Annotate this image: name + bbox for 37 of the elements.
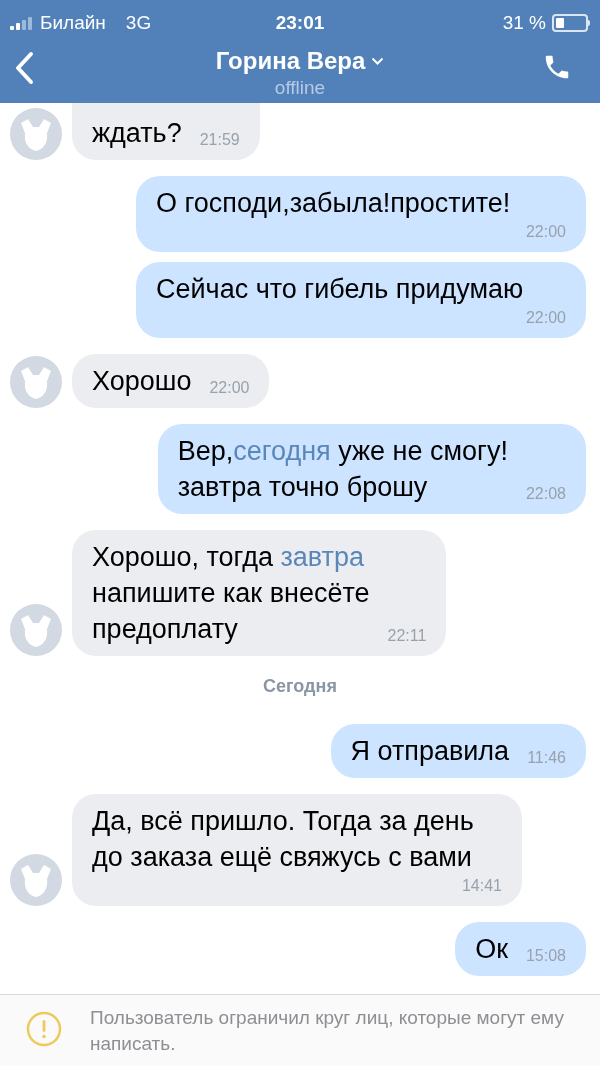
carrier-name: Билайн bbox=[40, 10, 106, 35]
network-type: 3G bbox=[125, 10, 152, 35]
message-time: 21:59 bbox=[199, 130, 240, 150]
date-link[interactable]: сегодня bbox=[233, 436, 331, 466]
message-text: Ок bbox=[475, 933, 508, 966]
status-time: 23:01 bbox=[275, 10, 325, 35]
date-link[interactable]: завтра bbox=[280, 542, 364, 572]
avatar-icon[interactable] bbox=[10, 356, 62, 408]
contact-name[interactable]: Горина Вера bbox=[215, 46, 366, 76]
avatar-icon[interactable] bbox=[10, 108, 62, 160]
message-time: 11:46 bbox=[527, 748, 566, 768]
message-time: 22:08 bbox=[525, 484, 566, 504]
back-icon[interactable] bbox=[14, 51, 34, 85]
message-text: Вер,сегодня уже не смогу! завтра точно брошу bbox=[177, 435, 508, 504]
message-text: Хорошо bbox=[92, 365, 192, 398]
contact-status: offline bbox=[274, 76, 326, 100]
message-text: Да, всё пришло. Тогда за день до заказа ещё свяжусь с вами bbox=[92, 805, 474, 874]
message-time: 15:08 bbox=[525, 946, 566, 966]
avatar-icon[interactable] bbox=[10, 854, 62, 906]
date-separator: Сегодня bbox=[263, 675, 337, 698]
avatar-icon[interactable] bbox=[10, 604, 62, 656]
message-time: 22:11 bbox=[387, 626, 427, 646]
message-time: 22:00 bbox=[209, 378, 250, 398]
message-text: ждать? bbox=[92, 117, 182, 150]
message-text: Я отправила bbox=[350, 735, 510, 768]
signal-icon bbox=[10, 16, 34, 30]
message-time: 22:00 bbox=[525, 222, 566, 242]
warning-icon bbox=[26, 1011, 62, 1047]
message-text: О господи,забыла!простите! bbox=[156, 187, 511, 220]
chevron-down-icon[interactable] bbox=[371, 57, 385, 65]
message-time: 14:41 bbox=[461, 876, 502, 896]
message-time: 22:00 bbox=[525, 308, 566, 328]
battery-icon bbox=[552, 14, 590, 32]
battery-percent: 31 % bbox=[502, 10, 546, 35]
restriction-notice: Пользователь ограничил круг лиц, которые могут ему написать. bbox=[90, 1006, 565, 1056]
message-text: Сейчас что гибель придумаю bbox=[156, 273, 524, 306]
message-text: Хорошо, тогда завтра напишите как внесёте предоплату bbox=[92, 541, 370, 646]
